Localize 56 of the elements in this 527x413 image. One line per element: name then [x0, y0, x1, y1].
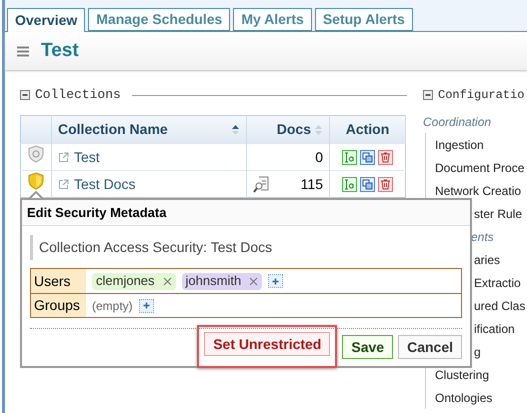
sort-icon[interactable] [231, 124, 240, 136]
plus-icon [272, 278, 280, 284]
tag-label: johnsmith [184, 272, 242, 290]
remove-icon[interactable] [249, 276, 258, 286]
group-label: ents [471, 228, 494, 246]
config-item[interactable]: Network Creatio [435, 182, 522, 200]
collection-link[interactable]: Test Docs [74, 174, 136, 194]
section-title: Configuratio [438, 87, 524, 104]
tag-label: clemjones [95, 272, 156, 290]
empty-value: (empty) [92, 298, 133, 314]
column-header[interactable]: Action [330, 116, 406, 144]
add-button[interactable] [138, 298, 154, 312]
add-button[interactable] [268, 274, 284, 288]
remove-icon[interactable] [162, 276, 172, 286]
config-item[interactable]: Extractio [474, 274, 521, 292]
config-item[interactable]: aries [474, 250, 500, 268]
document-search-icon[interactable] [253, 176, 270, 192]
collapse-icon[interactable] [20, 90, 30, 100]
dialog-title: Edit Security Metadata [27, 204, 166, 222]
config-item[interactable]: g [474, 342, 481, 360]
collection-link[interactable]: Test [74, 146, 100, 168]
config-item[interactable]: ured Clas [474, 296, 526, 314]
config-item[interactable]: Clustering [435, 366, 490, 384]
menu-icon[interactable] [17, 46, 29, 56]
group-label: Coordination [423, 114, 492, 130]
field-label: Groups [34, 296, 80, 315]
shield-icon[interactable] [28, 172, 44, 190]
column-header[interactable]: Docs [246, 116, 330, 144]
shield-icon[interactable] [28, 145, 44, 163]
tab[interactable]: Setup Alerts [314, 8, 413, 31]
edit-text-icon[interactable] [342, 150, 357, 164]
dialog-button[interactable]: Set Unrestricted [204, 332, 330, 356]
collapse-icon[interactable] [423, 90, 433, 100]
edit-text-icon[interactable] [342, 176, 357, 192]
config-item[interactable]: ster Rule [474, 204, 522, 222]
copy-icon[interactable] [360, 150, 375, 164]
tab[interactable]: Manage Schedules [88, 8, 230, 31]
config-item[interactable]: ification [474, 320, 515, 338]
delete-icon[interactable] [378, 176, 393, 192]
config-item[interactable]: Ingestion [435, 136, 484, 154]
tab[interactable]: Overview [7, 8, 86, 32]
tab[interactable]: My Alerts [233, 8, 312, 31]
doc-count: 0 [315, 148, 323, 166]
dialog-button[interactable]: Cancel [398, 335, 462, 359]
page-title: Test [41, 38, 79, 63]
plus-icon [142, 302, 150, 309]
delete-icon[interactable] [378, 150, 393, 164]
copy-icon[interactable] [360, 176, 375, 192]
section-title: Collections [35, 86, 121, 104]
config-item[interactable]: Ontologies [435, 388, 492, 406]
dialog-subtitle: Collection Access Security: Test Docs [39, 238, 272, 257]
config-item[interactable]: Document Proce [435, 158, 524, 176]
dialog-button[interactable]: Save [342, 335, 394, 359]
doc-count: 115 [300, 174, 323, 194]
field-label: Users [34, 272, 71, 290]
column-header[interactable]: Collection Name [52, 116, 246, 144]
